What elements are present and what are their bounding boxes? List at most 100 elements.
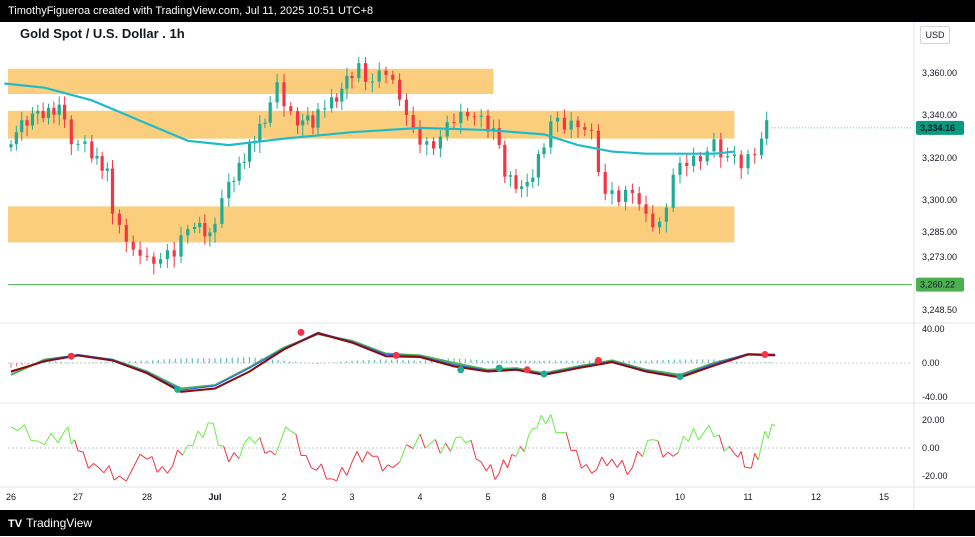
chart-svg[interactable]: 3,360.003,340.003,320.003,300.003,285.00… — [0, 0, 975, 536]
rsi-segment — [45, 433, 52, 445]
candle-body — [658, 222, 661, 228]
candle-body — [42, 111, 45, 118]
candle-body — [203, 223, 206, 236]
x-tick-label: 4 — [417, 492, 422, 502]
rsi-segment — [109, 466, 114, 480]
candle-body — [95, 156, 98, 158]
candle-body — [371, 82, 374, 83]
rsi-segment — [208, 423, 213, 424]
rsi-y-tick-label: 0.00 — [922, 443, 940, 453]
rsi-segment — [311, 468, 316, 471]
rsi-segment — [643, 440, 648, 456]
candle-body — [549, 121, 552, 147]
rsi-segment — [255, 438, 260, 444]
rsi-segment — [270, 451, 275, 455]
candle-body — [570, 121, 573, 130]
candle-body — [740, 155, 743, 169]
candle-body — [106, 169, 109, 171]
rsi-segment — [491, 465, 495, 480]
rsi-segment — [378, 456, 383, 471]
footer-bar: TVTradingView — [0, 510, 975, 536]
candle-body — [480, 116, 483, 117]
rsi-segment — [537, 415, 541, 428]
candle-body — [526, 182, 529, 186]
rsi-segment — [602, 457, 607, 466]
rsi-segment — [632, 451, 637, 467]
candle-body — [357, 63, 360, 78]
candle-body — [398, 80, 401, 100]
y-tick-label: 3,340.00 — [922, 110, 957, 120]
candle-body — [258, 124, 261, 142]
tradingview-logo-icon: TV — [8, 511, 22, 537]
candle-body — [227, 182, 230, 198]
candle-body — [537, 154, 540, 177]
candle-body — [638, 193, 641, 204]
rsi-segment — [94, 463, 99, 467]
candle-body — [452, 122, 455, 123]
rsi-segment — [653, 440, 658, 441]
candle-body — [651, 214, 654, 228]
rsi-segment — [203, 423, 208, 438]
rsi-segment — [456, 437, 461, 438]
rsi-segment — [627, 468, 632, 475]
rsi-segment — [244, 437, 249, 443]
rsi-segment — [133, 454, 140, 467]
candle-body — [31, 114, 34, 126]
candle-body — [604, 172, 607, 194]
osc-y-tick-label: 0.00 — [922, 358, 940, 368]
rsi-segment — [342, 467, 347, 475]
rsi-segment — [11, 427, 18, 431]
candle-body — [726, 156, 729, 157]
osc-cross-marker — [174, 386, 181, 393]
candle-body — [193, 227, 196, 229]
rsi-segment — [286, 427, 291, 431]
rsi-segment — [104, 466, 109, 473]
candle-body — [665, 208, 668, 222]
rsi-segment — [362, 452, 367, 463]
candle-body — [340, 89, 343, 102]
y-tick-label: 3,248.50 — [922, 305, 957, 315]
candle-body — [514, 175, 517, 189]
chart-frame: TimothyFigueroa created with TradingView… — [0, 0, 975, 536]
rsi-segment — [499, 460, 503, 473]
rsi-segment — [178, 450, 183, 455]
candle-body — [213, 224, 216, 233]
rsi-segment — [758, 445, 761, 460]
candle-body — [306, 115, 309, 120]
rsi-segment — [114, 476, 119, 480]
rsi-segment — [658, 441, 663, 458]
candle-body — [248, 143, 251, 161]
rsi-segment — [224, 446, 229, 462]
rsi-segment — [529, 428, 533, 435]
rsi-segment — [400, 445, 407, 463]
rsi-segment — [724, 446, 729, 451]
rsi-segment — [78, 451, 83, 452]
candle-body — [36, 111, 39, 114]
rsi-segment — [689, 428, 694, 441]
candle-body — [263, 123, 266, 124]
candle-body — [145, 256, 148, 257]
rsi-segment — [694, 428, 699, 439]
candle-body — [316, 109, 319, 127]
candle-body — [509, 175, 512, 176]
rsi-segment — [663, 452, 668, 457]
candle-body — [350, 76, 353, 78]
rsi-segment — [140, 454, 147, 459]
rsi-segment — [193, 431, 198, 446]
rsi-segment — [741, 451, 744, 467]
rsi-segment — [466, 440, 471, 443]
rsi-segment — [51, 433, 58, 443]
rsi-segment — [668, 452, 673, 456]
rsi-segment — [198, 431, 203, 438]
rsi-y-tick-label: -20.00 — [922, 471, 948, 481]
rsi-segment — [471, 440, 476, 459]
candle-body — [439, 137, 442, 149]
candle-body — [301, 120, 304, 125]
candle-body — [503, 145, 506, 177]
rsi-segment — [571, 450, 576, 451]
osc-y-tick-label: 40.00 — [922, 324, 945, 334]
candle-body — [232, 181, 235, 182]
osc-cross-marker — [393, 352, 400, 359]
candle-body — [186, 229, 189, 235]
rsi-segment — [587, 465, 592, 474]
